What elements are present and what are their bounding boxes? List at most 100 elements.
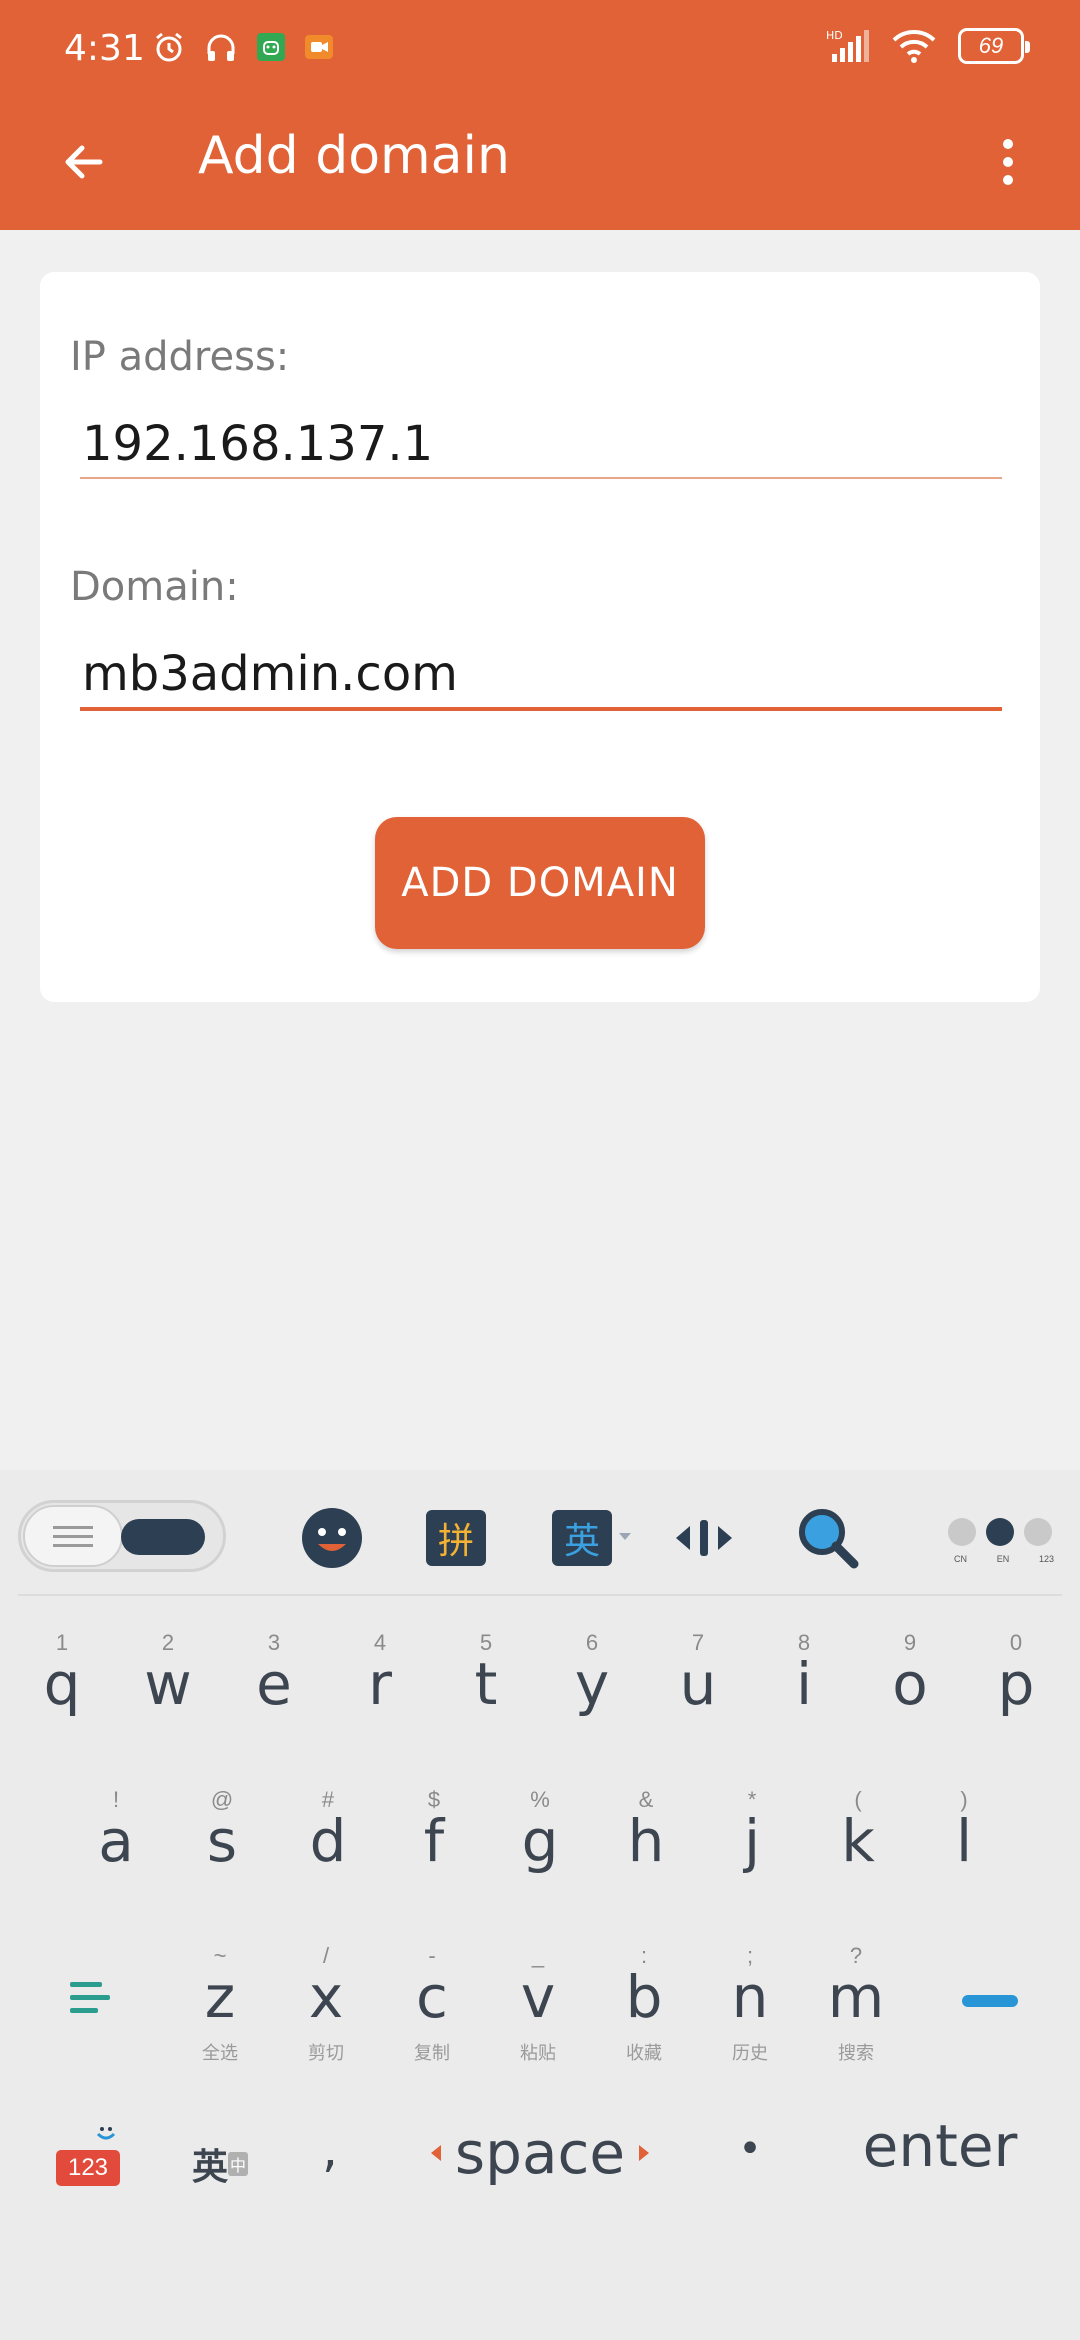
key-o[interactable]: 9o — [860, 1630, 960, 1770]
period-key[interactable]: • — [700, 2112, 800, 2252]
pinyin-button[interactable]: 拼 — [424, 1506, 488, 1570]
language-indicator-labels: CN EN 123 — [948, 1554, 1060, 1564]
key-l[interactable]: ) l — [914, 1787, 1014, 1927]
key-g[interactable]: % g — [490, 1787, 590, 1927]
chevron-down-icon — [619, 1533, 631, 1540]
toolbar: Add domain — [0, 96, 1080, 230]
key-letter: a — [98, 1807, 134, 1875]
key-r[interactable]: 4r — [330, 1630, 430, 1770]
keyboard-divider — [18, 1594, 1062, 1596]
ip-address-label: IP address: — [70, 334, 290, 380]
key-letter: s — [206, 1807, 238, 1875]
key-x[interactable]: / x 剪切 — [276, 1943, 376, 2083]
menu-key[interactable] — [40, 1950, 140, 2090]
key-letter: r — [368, 1650, 392, 1718]
period-label: • — [738, 2126, 762, 2172]
key-letter: g — [521, 1807, 559, 1875]
key-z[interactable]: ~ z 全选 — [170, 1943, 270, 2083]
key-letter: b — [625, 1963, 663, 2031]
key-letter: m — [827, 1963, 885, 2031]
status-bar: 4:31 HD 69 — [0, 0, 1080, 96]
emoji-button[interactable] — [300, 1506, 364, 1570]
key-a[interactable]: ! a — [66, 1787, 166, 1927]
key-subtitle: 收藏 — [626, 2043, 662, 2063]
cursor-move-icon — [676, 1520, 732, 1556]
key-h[interactable]: & h — [596, 1787, 696, 1927]
domain-label: Domain: — [70, 564, 239, 610]
key-letter: z — [204, 1963, 236, 2031]
key-p[interactable]: 0p — [966, 1630, 1066, 1770]
keyboard-toolbar: 拼 英 CN EN 123 — [0, 1470, 1080, 1596]
key-w[interactable]: 2w — [118, 1630, 218, 1770]
key-letter: w — [144, 1650, 192, 1718]
key-n[interactable]: ; n 历史 — [700, 1943, 800, 2083]
key-letter: j — [743, 1807, 761, 1875]
comma-key[interactable]: , — [280, 2100, 380, 2240]
key-subtitle: 搜索 — [838, 2043, 874, 2063]
english-input-button[interactable]: 英 — [550, 1506, 631, 1570]
domain-underline — [80, 707, 1002, 711]
domain-input[interactable]: mb3admin.com — [80, 634, 1002, 714]
language-switch-key[interactable]: 英 中 — [170, 2110, 290, 2250]
key-t[interactable]: 5t — [436, 1630, 536, 1770]
key-letter: n — [731, 1963, 769, 2031]
backspace-key[interactable] — [940, 1950, 1040, 2090]
key-k[interactable]: (k — [808, 1787, 908, 1927]
ip-address-underline — [80, 477, 1002, 479]
emoji-icon — [302, 1508, 362, 1568]
key-u[interactable]: 7u — [648, 1630, 748, 1770]
ip-address-input[interactable]: 192.168.137.1 — [80, 404, 1002, 484]
key-subtitle: 复制 — [414, 2043, 450, 2063]
key-j[interactable]: * j — [702, 1787, 802, 1927]
key-s[interactable]: @ s — [172, 1787, 272, 1927]
enter-key[interactable]: enter — [845, 2108, 1035, 2248]
key-y[interactable]: 6y — [542, 1630, 642, 1770]
key-d[interactable]: # d — [278, 1787, 378, 1927]
cursor-left-icon — [430, 2145, 441, 2161]
key-i[interactable]: 8i — [754, 1630, 854, 1770]
more-options-button[interactable] — [972, 126, 1044, 198]
key-f[interactable]: $ f — [384, 1787, 484, 1927]
lang-key-main: 英 — [192, 2146, 229, 2187]
smile-icon — [96, 2127, 116, 2140]
search-icon — [799, 1509, 859, 1569]
key-q[interactable]: 1q — [12, 1630, 112, 1770]
key-b[interactable]: : b 收藏 — [594, 1943, 694, 2083]
cursor-right-icon — [639, 2145, 650, 2161]
arrow-left-icon — [65, 145, 103, 179]
space-label: space — [454, 2119, 626, 2187]
key-subtitle: 全选 — [202, 2043, 238, 2063]
key-letter: y — [574, 1650, 610, 1718]
key-letter: c — [416, 1963, 448, 2031]
dot-123 — [1024, 1518, 1052, 1546]
pinyin-icon: 拼 — [426, 1510, 486, 1566]
app-bar: 4:31 HD 69 Add domain — [0, 0, 1080, 230]
key-letter: t — [474, 1650, 498, 1718]
add-domain-button[interactable]: ADD DOMAIN — [375, 817, 705, 949]
space-key[interactable]: space — [420, 2108, 660, 2198]
key-e[interactable]: 3e — [224, 1630, 324, 1770]
key-v[interactable]: _ v 粘贴 — [488, 1943, 588, 2083]
key-letter: l — [955, 1807, 973, 1875]
dot-en — [986, 1518, 1014, 1546]
menu-lines-icon — [70, 1982, 110, 2013]
cursor-move-button[interactable] — [672, 1506, 736, 1570]
keyboard-mode-toggle[interactable] — [18, 1500, 226, 1572]
back-button[interactable] — [48, 126, 120, 198]
status-left-icons — [152, 30, 334, 64]
key-letter: v — [520, 1963, 556, 2031]
dot-cn — [948, 1518, 976, 1546]
key-letter: d — [309, 1807, 347, 1875]
language-indicator[interactable] — [948, 1518, 1052, 1546]
comma-label: , — [322, 2120, 338, 2178]
status-time: 4:31 — [64, 28, 145, 69]
key-m[interactable]: ? m 搜索 — [806, 1943, 906, 2083]
numbers-key[interactable]: 123 — [40, 2110, 140, 2250]
key-subtitle: 剪切 — [308, 2043, 344, 2063]
backspace-bar-icon — [962, 1995, 1018, 2007]
key-letter: i — [795, 1650, 813, 1718]
key-letter: k — [841, 1807, 875, 1875]
search-button[interactable] — [796, 1506, 860, 1570]
lang-123-label: 123 — [1038, 1554, 1054, 1564]
key-c[interactable]: - c 复制 — [382, 1943, 482, 2083]
